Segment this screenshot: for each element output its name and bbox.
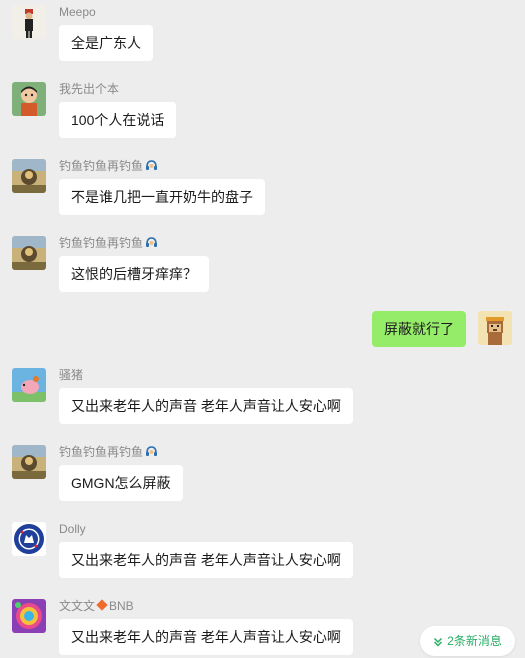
- sender-name: 钓鱼钓鱼再钓鱼: [59, 445, 158, 461]
- sender-name: 我先出个本: [59, 82, 120, 96]
- headphone-emoji-icon: [145, 445, 158, 461]
- chat-window: Meepo 全是广东人 我先出个本 100个人在说话 钓鱼钓鱼再钓鱼 不是谁几把…: [0, 0, 525, 658]
- orange-diamond-icon: [96, 599, 108, 611]
- sender-name: 骚猪: [59, 368, 84, 382]
- message-bubble[interactable]: 这恨的后槽牙痒痒？: [59, 256, 209, 292]
- cartoon-boy-avatar[interactable]: [12, 82, 46, 116]
- sender-name: Meepo: [59, 5, 96, 19]
- chelsea-badge-avatar[interactable]: [12, 522, 46, 556]
- pixel-monkey-avatar[interactable]: [478, 311, 512, 345]
- message-bubble[interactable]: 全是广东人: [59, 25, 153, 61]
- message-bubble[interactable]: 又出来老年人的声音 老年人声音让人安心啊: [59, 619, 353, 655]
- sender-name: 钓鱼钓鱼再钓鱼: [59, 159, 158, 175]
- sender-name: 文文文 BNB: [59, 599, 134, 613]
- landscape-avatar[interactable]: [12, 445, 46, 479]
- message-bubble[interactable]: 又出来老年人的声音 老年人声音让人安心啊: [59, 388, 353, 424]
- headphone-emoji-icon: [145, 159, 158, 175]
- message-bubble[interactable]: 不是谁几把一直开奶牛的盘子: [59, 179, 265, 215]
- new-messages-label: 2条新消息: [447, 634, 502, 648]
- message-bubble[interactable]: 又出来老年人的声音 老年人声音让人安心啊: [59, 542, 353, 578]
- message-bubble[interactable]: 100个人在说话: [59, 102, 177, 138]
- message-bubble-self[interactable]: 屏蔽就行了: [372, 311, 466, 347]
- message-bubble[interactable]: GMGN怎么屏蔽: [59, 465, 183, 501]
- headphone-emoji-icon: [145, 236, 158, 252]
- landscape-avatar[interactable]: [12, 159, 46, 193]
- colorful-avatar[interactable]: [12, 599, 46, 633]
- sender-name: 钓鱼钓鱼再钓鱼: [59, 236, 158, 252]
- pig-avatar[interactable]: [12, 368, 46, 402]
- landscape-avatar[interactable]: [12, 236, 46, 270]
- double-chevron-down-icon: [433, 634, 447, 648]
- new-messages-button[interactable]: 2条新消息: [420, 626, 515, 656]
- sender-name: Dolly: [59, 522, 86, 536]
- meepo-avatar[interactable]: [12, 5, 46, 39]
